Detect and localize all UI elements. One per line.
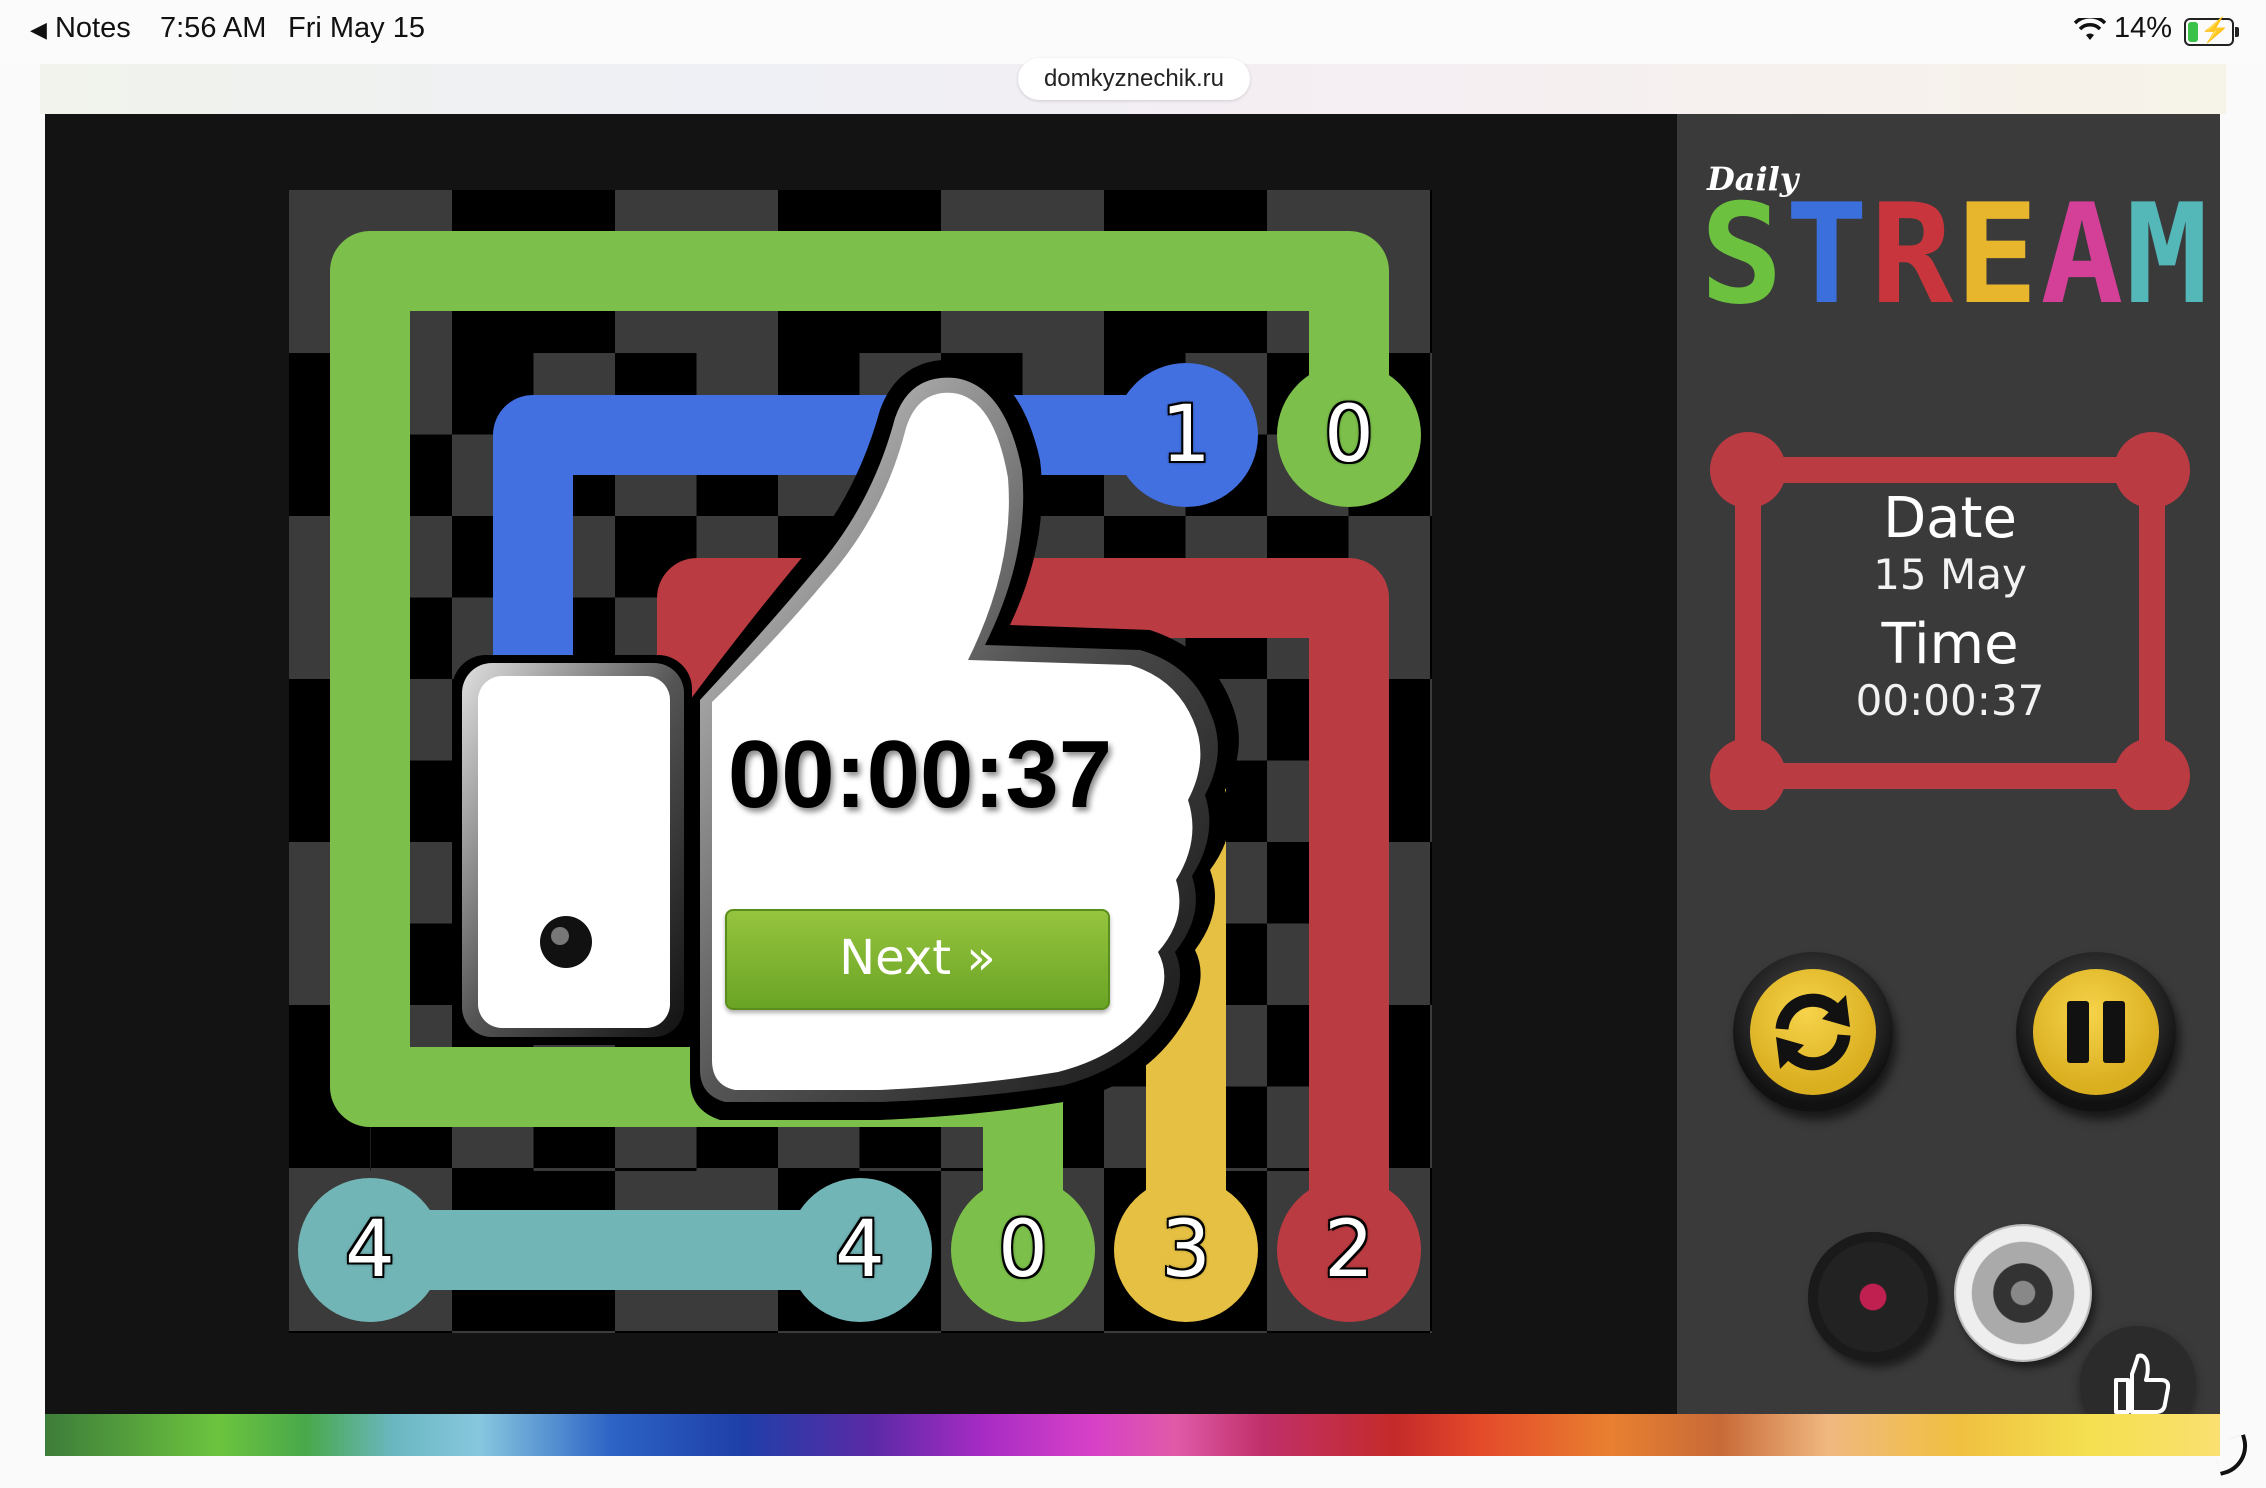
logo-letter: M [2125,174,2211,335]
logo-letter: S [1700,174,1786,335]
time-label: Time [1881,612,2019,677]
endpoint-label: 0 [1324,390,1374,480]
status-time: 7:56 AM [160,12,267,44]
logo-letter: E [1955,174,2041,335]
date-label: Date [1883,486,2017,551]
endpoint-label: 2 [1324,1205,1374,1295]
restart-button[interactable] [1733,952,1893,1112]
battery-icon: ⚡ [2184,18,2239,46]
pause-button[interactable] [2016,952,2176,1112]
refresh-icon [1775,993,1851,1071]
endpoint-label: 1 [1161,390,1211,480]
logo-letter: T [1785,174,1871,335]
back-app-label: Notes [54,12,131,44]
speaker-icon[interactable] [1954,1224,2092,1362]
endpoint-label: 4 [835,1205,885,1295]
back-chevron-icon: ◀ [30,17,47,42]
url-bar[interactable]: domkyznechik.ru [1018,58,1250,100]
corner-indicator-icon [2212,1434,2254,1476]
status-date: Fri May 15 [288,12,425,44]
next-button[interactable]: Next » [725,909,1110,1010]
endpoint-label: 3 [1161,1205,1211,1295]
stream-logo: S T R E A M [1700,174,2211,335]
status-bar: ◀ Notes 7:56 AM Fri May 15 14% ⚡ [0,0,2266,64]
battery-percent: 14% [2114,12,2173,44]
pause-icon [2067,1001,2125,1063]
endpoint-label: 0 [998,1205,1048,1295]
music-vinyl-icon[interactable] [1808,1232,1938,1362]
date-value: 15 May [1873,550,2027,599]
logo-letter: A [2040,174,2126,335]
wifi-icon [2074,18,2106,40]
back-to-notes[interactable]: ◀ Notes [30,12,131,45]
endpoint-label: 4 [345,1205,395,1295]
rainbow-stripe [45,1414,2220,1456]
result-time: 00:00:37 [727,721,1113,828]
logo-letter: R [1870,174,1956,335]
time-value: 00:00:37 [1855,676,2045,725]
info-panel: Date 15 May Time 00:00:37 [1740,488,2160,818]
